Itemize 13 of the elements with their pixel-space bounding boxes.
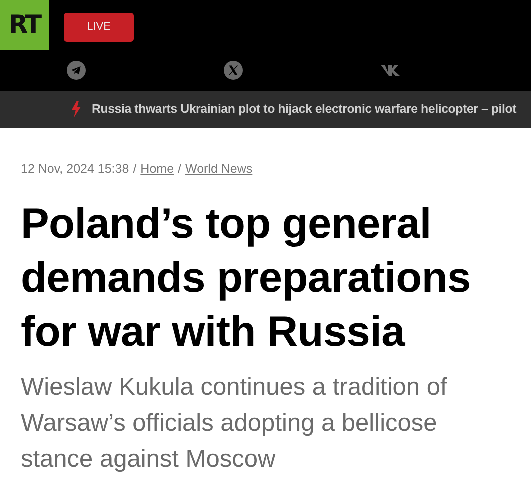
x-icon[interactable] bbox=[224, 61, 243, 80]
article-date: 12 Nov, 2024 15:38 bbox=[21, 161, 130, 178]
article-summary: Wieslaw Kukula continues a tradition of Warsaw’s officials adopting a bellicose stance against Moscow bbox=[21, 372, 448, 475]
breadcrumb-separator: / bbox=[133, 161, 137, 178]
article-title: Poland’s top general demands preparations for war with Russia bbox=[21, 200, 472, 358]
ticker-headline[interactable]: Russia thwarts Ukrainian plot to hijack electronic warfare helicopter – pilot bbox=[92, 100, 517, 119]
lightning-icon bbox=[71, 101, 82, 118]
telegram-icon[interactable] bbox=[67, 61, 86, 80]
breadcrumb-link[interactable]: Home bbox=[140, 160, 174, 179]
live-button[interactable]: LIVE bbox=[64, 13, 134, 42]
breadcrumb-separator: / bbox=[178, 161, 182, 178]
logo[interactable]: RT bbox=[0, 0, 49, 50]
breadcrumb-link[interactable]: World News bbox=[186, 160, 253, 179]
